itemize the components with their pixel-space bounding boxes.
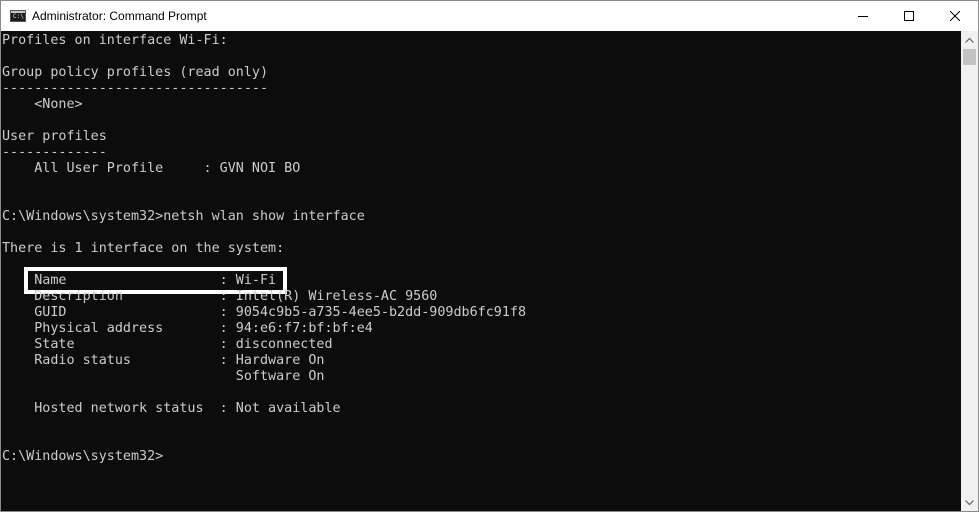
caption-buttons	[840, 1, 978, 31]
console-line: Group policy profiles (read only)	[2, 65, 269, 80]
console-line: -------------	[2, 145, 107, 160]
console-line: All User Profile : GVN NOI BO	[2, 161, 301, 176]
console-line: ---------------------------------	[2, 81, 269, 96]
maximize-icon	[904, 11, 914, 21]
console-line: Name : Wi-Fi	[2, 273, 277, 288]
console-line: Software On	[2, 369, 325, 384]
minimize-icon	[858, 16, 868, 17]
scroll-thumb[interactable]	[963, 49, 976, 65]
close-button[interactable]	[932, 1, 978, 31]
close-icon	[950, 11, 960, 21]
window-title: Administrator: Command Prompt	[32, 9, 207, 23]
console-line: GUID : 9054c9b5-a735-4ee5-b2dd-909db6fc9…	[2, 305, 527, 320]
scroll-down-button[interactable]	[961, 494, 978, 511]
console-line: C:\Windows\system32>netsh wlan show inte…	[2, 209, 365, 224]
chevron-down-icon	[965, 499, 974, 505]
title-bar[interactable]: C:\ Administrator: Command Prompt	[1, 1, 978, 31]
console-line: C:\Windows\system32>	[2, 449, 164, 464]
scroll-up-button[interactable]	[961, 31, 978, 48]
cmd-icon-glyph: C:\	[13, 13, 24, 20]
console-line: <None>	[2, 97, 83, 112]
console-line: Description : Intel(R) Wireless-AC 9560	[2, 289, 438, 304]
console-line: State : disconnected	[2, 337, 333, 352]
console-line: Radio status : Hardware On	[2, 353, 325, 368]
cmd-icon: C:\	[10, 10, 26, 22]
command-prompt-window: C:\ Administrator: Command Prompt Profil…	[0, 0, 979, 512]
minimize-button[interactable]	[840, 1, 886, 31]
console-line: Physical address : 94:e6:f7:bf:bf:e4	[2, 321, 373, 336]
vertical-scrollbar[interactable]	[961, 31, 978, 511]
console-line: There is 1 interface on the system:	[2, 241, 285, 256]
console-line: Hosted network status : Not available	[2, 401, 341, 416]
console-output[interactable]: Profiles on interface Wi-Fi: Group policy…	[1, 31, 961, 511]
console-line: Profiles on interface Wi-Fi:	[2, 33, 228, 48]
console-line: User profiles	[2, 129, 107, 144]
chevron-up-icon	[965, 37, 974, 43]
maximize-button[interactable]	[886, 1, 932, 31]
